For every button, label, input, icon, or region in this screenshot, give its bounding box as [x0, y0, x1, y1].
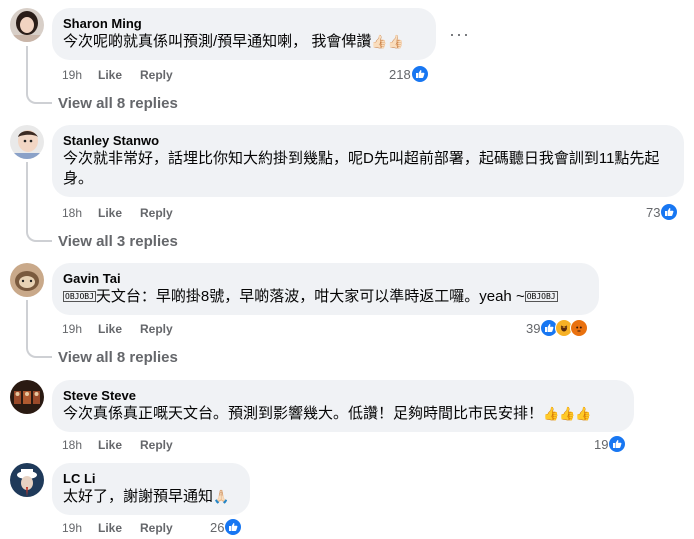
comment-author[interactable]: Stanley Stanwo	[63, 132, 672, 149]
glyph-prefix: OBJOBJ	[63, 291, 96, 303]
glyph-suffix: OBJOBJ	[524, 291, 558, 303]
reply-button[interactable]: Reply	[140, 521, 173, 535]
avatar[interactable]	[10, 463, 44, 497]
reaction-summary[interactable]: 26	[210, 518, 243, 536]
comment-text: 今次就非常好，話埋比你知大約掛到幾點，呢D先叫超前部署，起碼聽日我會訓到11點先…	[63, 150, 660, 187]
angry-reaction-icon	[570, 319, 589, 337]
avatar[interactable]	[10, 263, 44, 297]
like-button[interactable]: Like	[98, 322, 140, 336]
reaction-count: 19	[594, 436, 609, 452]
comment-author[interactable]: Gavin Tai	[63, 270, 587, 287]
more-options-button[interactable]: ···	[449, 25, 470, 43]
avatar[interactable]	[10, 125, 44, 159]
comment-timestamp[interactable]: 18h	[62, 438, 98, 452]
comment-timestamp[interactable]: 19h	[62, 68, 98, 82]
avatar-stanley-stanwo-icon	[10, 125, 44, 159]
reply-thread-line	[26, 300, 52, 358]
view-replies-link[interactable]: View all 8 replies	[58, 94, 178, 114]
like-button[interactable]: Like	[98, 438, 140, 452]
reaction-summary[interactable]: 39	[526, 319, 589, 337]
comment-bubble: Sharon Ming 今次呢啲就真係叫預測/預早通知喇， 我會俾讚👍🏻👍🏻	[52, 8, 436, 60]
thumbs-up-emoji-icon: 👍👍👍	[543, 406, 592, 422]
comment-meta: 18h Like Reply	[62, 437, 173, 453]
comment-meta: 19h Like Reply	[62, 520, 173, 536]
reaction-count: 26	[210, 519, 225, 535]
like-button[interactable]: Like	[98, 521, 140, 535]
like-reaction-icon	[224, 518, 243, 536]
comment-bubble: Stanley Stanwo 今次就非常好，話埋比你知大約掛到幾點，呢D先叫超前…	[52, 125, 684, 197]
avatar-sharon-ming-icon	[10, 8, 44, 42]
comment-body: 今次呢啲就真係叫預測/預早通知喇， 我會俾讚	[63, 33, 372, 50]
avatar-gavin-tai-icon	[10, 263, 44, 297]
reaction-count: 218	[389, 66, 411, 82]
avatar[interactable]	[10, 380, 44, 414]
avatar-steve-steve-icon	[10, 380, 44, 414]
reaction-summary[interactable]: 218	[389, 65, 429, 83]
reply-thread-line	[26, 46, 52, 104]
comment-bubble: Steve Steve 今次真係真正嘅天文台。預測到影響幾大。低讚！足夠時間比市…	[52, 380, 634, 432]
view-replies-link[interactable]: View all 3 replies	[58, 232, 178, 252]
comment-author[interactable]: LC Li	[63, 470, 238, 487]
comment-body: 天文台：早啲掛8號，早啲落波，咁大家可以準時返工囉。yeah ~	[95, 288, 525, 305]
comment-meta: 19h Like Reply	[62, 67, 173, 83]
reaction-summary[interactable]: 73	[646, 203, 679, 221]
comment-bubble: LC Li 太好了，謝謝預早通知🙏🏻	[52, 463, 250, 515]
comment-author[interactable]: Sharon Ming	[63, 15, 424, 32]
comment-author[interactable]: Steve Steve	[63, 387, 622, 404]
reply-button[interactable]: Reply	[140, 206, 173, 220]
comment-text: 今次真係真正嘅天文台。預測到影響幾大。低讚！足夠時間比市民安排！👍👍👍	[63, 404, 622, 424]
comment-timestamp[interactable]: 18h	[62, 206, 98, 220]
comment-body: 太好了，謝謝預早通知	[63, 488, 214, 505]
avatar[interactable]	[10, 8, 44, 42]
view-replies-link[interactable]: View all 8 replies	[58, 348, 178, 368]
thumbs-up-emoji-icon: 👍🏻👍🏻	[371, 34, 404, 50]
like-button[interactable]: Like	[98, 206, 140, 220]
reply-button[interactable]: Reply	[140, 438, 173, 452]
comment-meta: 19h Like Reply	[62, 321, 173, 337]
reply-button[interactable]: Reply	[140, 68, 173, 82]
like-button[interactable]: Like	[98, 68, 140, 82]
reaction-count: 39	[526, 320, 541, 336]
reaction-count: 73	[646, 204, 661, 220]
comment-text: 今次呢啲就真係叫預測/預早通知喇， 我會俾讚👍🏻👍🏻	[63, 32, 424, 52]
comment-text: 太好了，謝謝預早通知🙏🏻	[63, 487, 238, 507]
avatar-lc-li-icon	[10, 463, 44, 497]
like-reaction-icon	[660, 203, 679, 221]
comment-timestamp[interactable]: 19h	[62, 521, 98, 535]
comment-meta: 18h Like Reply	[62, 205, 173, 221]
like-reaction-icon	[608, 435, 627, 453]
like-reaction-icon	[410, 65, 429, 83]
comment-timestamp[interactable]: 19h	[62, 322, 98, 336]
comment-body: 今次真係真正嘅天文台。預測到影響幾大。低讚！足夠時間比市民安排！	[63, 405, 544, 422]
folded-hands-emoji-icon: 🙏🏻	[213, 489, 230, 505]
reply-thread-line	[26, 162, 52, 242]
comment-text: OBJOBJ 天文台：早啲掛8號，早啲落波，咁大家可以準時返工囉。yeah ~ OB…	[63, 287, 587, 307]
comment-bubble: Gavin Tai OBJOBJ 天文台：早啲掛8號，早啲落波，咁大家可以準時返工…	[52, 263, 599, 315]
reaction-summary[interactable]: 19	[594, 435, 627, 453]
reply-button[interactable]: Reply	[140, 322, 173, 336]
